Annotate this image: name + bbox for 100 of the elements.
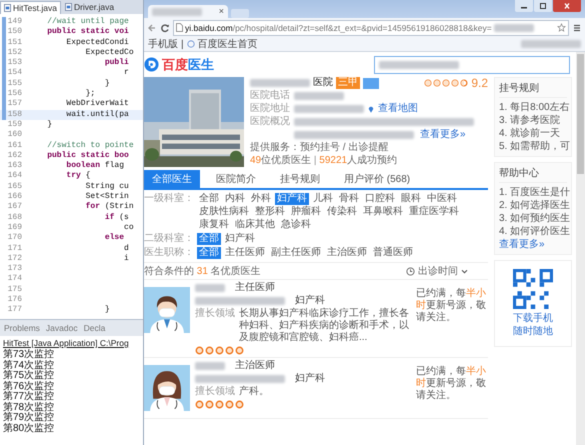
code-text: ExpectedCo <box>84 48 135 58</box>
rule-item: 3. 请参考医院 <box>499 114 562 127</box>
code-text: public static voi <box>46 27 130 38</box>
code-text: wait.until(pa <box>28 110 143 120</box>
scrollbar[interactable] <box>576 52 585 445</box>
redacted-text <box>294 105 364 113</box>
doctor-title: 主治医师 <box>235 360 275 372</box>
more-link[interactable]: 查看更多» <box>499 238 567 251</box>
browser-tab[interactable]: × <box>148 5 228 18</box>
filter-option[interactable]: 皮肤性病科 <box>197 206 251 218</box>
code-text: i <box>123 254 130 264</box>
filter-option[interactable]: 全部 <box>197 233 221 245</box>
filter-option[interactable]: 副主任医师 <box>269 247 323 259</box>
code-text: co <box>124 222 135 234</box>
page-tab[interactable]: 医院简介 <box>208 170 264 188</box>
filter-option[interactable]: 全部 <box>197 193 221 205</box>
filter-label: 二级科室： <box>144 233 194 245</box>
line-number: 150 <box>6 27 23 38</box>
filter-option[interactable]: 儿科 <box>311 193 335 205</box>
rating-score: 9.2 <box>471 77 488 89</box>
filter-option[interactable]: 外科 <box>249 193 273 205</box>
help-link[interactable]: 2. 如何选择医生 <box>499 199 567 212</box>
filter-option[interactable]: 整形科 <box>253 206 287 218</box>
availability-text: 已约满，每半小时更新号源，敬请关注。 <box>416 364 487 403</box>
address-field[interactable]: yi.baidu.com/pc/hospital/detail?zt=self&zt_ext=&pvid=14595619186028818&key= <box>173 20 569 36</box>
close-button[interactable] <box>553 0 581 12</box>
bookmark-star-icon[interactable] <box>557 23 566 32</box>
console-output-line: 第80次监控 <box>3 424 56 434</box>
filter-option[interactable]: 中医科 <box>425 193 459 205</box>
java-file-icon <box>4 4 11 12</box>
search-field[interactable] <box>374 56 570 74</box>
filter-option[interactable]: 临床其他 <box>233 219 277 231</box>
logo-text: 百度医生 <box>162 56 214 74</box>
maximize-button[interactable] <box>534 0 552 12</box>
filter-option[interactable]: 重症医学科 <box>407 206 461 218</box>
view-tab[interactable]: Javadoc <box>46 323 78 333</box>
filter-option[interactable]: 眼科 <box>399 193 423 205</box>
line-number: 170 <box>6 233 23 244</box>
code-text: boolean flag <box>65 161 126 171</box>
line-number: 175 <box>6 284 23 296</box>
filter-option[interactable]: 传染科 <box>325 206 359 218</box>
page-tab[interactable]: 全部医生 <box>144 170 200 188</box>
page-tab[interactable]: 挂号规则 <box>272 170 328 188</box>
menu-icon[interactable] <box>572 22 582 32</box>
filter-option[interactable]: 耳鼻喉科 <box>361 206 405 218</box>
line-number: 165 <box>6 182 23 192</box>
code-text: } <box>46 120 54 130</box>
code-text: } <box>104 78 111 90</box>
filter-option[interactable]: 妇产科 <box>275 193 309 205</box>
filter-option[interactable]: 口腔科 <box>363 193 397 205</box>
editor-tab[interactable]: Driver.java <box>60 0 118 14</box>
doctor-title: 主任医师 <box>235 282 275 294</box>
code-text: for (Strin <box>84 202 135 213</box>
filter-option[interactable]: 主任医师 <box>223 247 267 259</box>
department-text: 妇产科 <box>295 295 325 307</box>
more-link[interactable]: 查看更多» <box>420 129 466 141</box>
line-number: 154 <box>6 68 23 79</box>
view-tab[interactable]: Problems <box>4 323 40 333</box>
rule-item: 4. 就诊前一天 <box>499 127 562 140</box>
filter-option[interactable]: 骨科 <box>337 193 361 205</box>
filter-option[interactable]: 急诊科 <box>279 219 313 231</box>
map-link[interactable]: 查看地图 <box>378 103 418 115</box>
rule-item: 1. 每日8:00左右 <box>499 101 567 114</box>
filter-label: 一级科室： <box>144 193 194 205</box>
tab-close-button[interactable]: × <box>218 7 224 16</box>
line-number: 173 <box>6 264 23 274</box>
filter-option[interactable]: 康复科 <box>197 219 231 231</box>
view-tab[interactable]: Decla <box>84 323 106 333</box>
help-link[interactable]: 3. 如何预约医生 <box>499 212 567 225</box>
filter-option[interactable]: 妇产科 <box>223 233 257 245</box>
field-label: 擅长领域 <box>195 386 235 398</box>
editor-tab[interactable]: HitTest.java <box>0 1 61 14</box>
filter-option[interactable]: 肿瘤科 <box>289 206 323 218</box>
globe-icon <box>186 40 195 48</box>
code-text: //wait until page <box>46 17 130 27</box>
filter-option[interactable]: 普通医师 <box>371 247 415 259</box>
line-number: 164 <box>6 171 23 182</box>
minimize-button[interactable] <box>515 0 533 12</box>
page-tab[interactable]: 用户评价 (568) <box>336 170 418 188</box>
line-number: 160 <box>6 130 23 141</box>
map-pin-icon <box>368 105 374 113</box>
bookmark-link[interactable]: 百度医生首页 <box>198 37 258 51</box>
sort-dropdown[interactable]: 出诊时间 <box>406 264 468 278</box>
field-label: 医院地址 <box>250 103 290 115</box>
result-count-text: 符合条件的 31 名优质医生 <box>144 264 261 278</box>
app-download-text[interactable]: 随时随地 <box>513 325 553 338</box>
help-link[interactable]: 4. 如何评价医生 <box>499 225 567 238</box>
line-number: 174 <box>6 274 23 285</box>
code-text: else <box>104 233 124 244</box>
bookmark-link[interactable]: 手机版 <box>148 37 178 51</box>
filter-option[interactable]: 主治医师 <box>325 247 369 259</box>
code-text: try { <box>65 171 92 182</box>
reload-icon[interactable] <box>160 22 170 32</box>
specialty-text: 长期从事妇产科临床诊疗工作，擅长各种妇科、妇产科疾病的诊断和手术，以及腹腔镜和宫腔镜、妇科癌... <box>239 308 410 344</box>
filter-option[interactable]: 内科 <box>223 193 247 205</box>
line-number: 177 <box>6 305 23 316</box>
filter-option[interactable]: 全部 <box>197 247 221 259</box>
redacted-text <box>294 92 344 100</box>
app-download-text[interactable]: 下载手机 <box>513 312 553 325</box>
field-label: 医院概况 <box>250 116 290 128</box>
